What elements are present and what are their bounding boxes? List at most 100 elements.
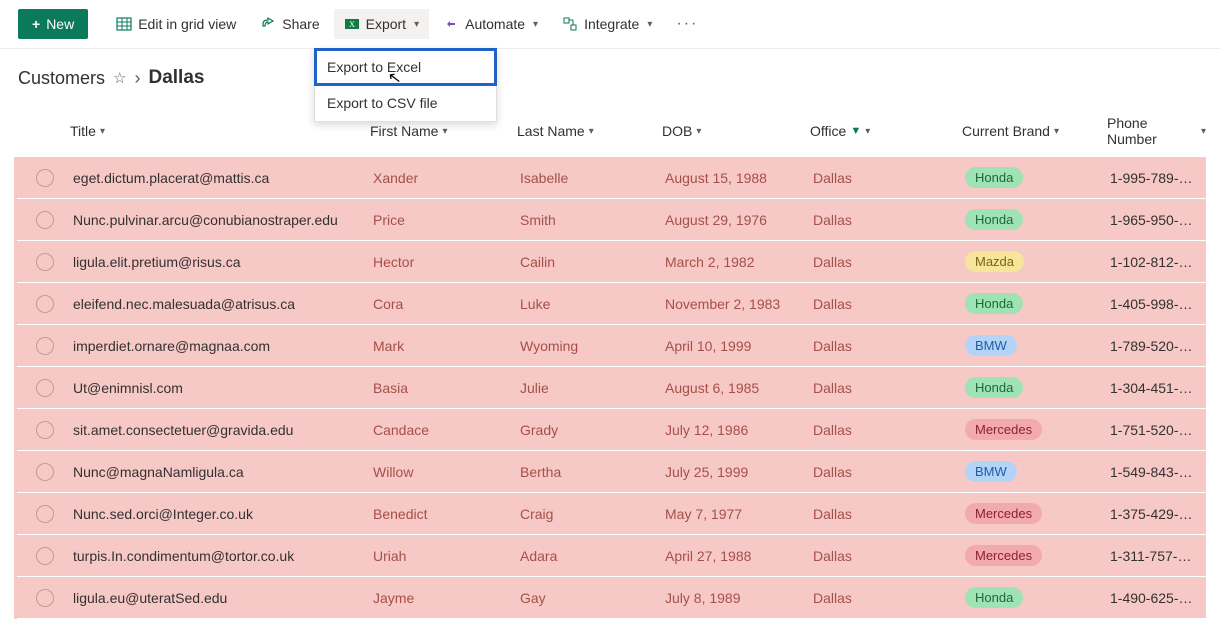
row-select-circle[interactable]	[36, 505, 54, 523]
cell-title[interactable]: Nunc@magnaNamligula.ca	[73, 464, 373, 480]
row-select-circle[interactable]	[36, 379, 54, 397]
cell-office: Dallas	[813, 464, 965, 480]
cell-title[interactable]: eleifend.nec.malesuada@atrisus.ca	[73, 296, 373, 312]
cell-brand: Honda	[965, 167, 1110, 188]
column-current-brand[interactable]: Current Brand▾	[962, 123, 1059, 139]
export-to-csv-item[interactable]: Export to CSV file	[315, 85, 496, 121]
cell-office: Dallas	[813, 590, 965, 606]
cell-office: Dallas	[813, 422, 965, 438]
table-row[interactable]: sit.amet.consectetuer@gravida.eduCandace…	[17, 409, 1206, 451]
chevron-down-icon: ▾	[100, 126, 105, 137]
edit-grid-label: Edit in grid view	[138, 16, 236, 32]
table-row[interactable]: ligula.eu@uteratSed.eduJaymeGayJuly 8, 1…	[17, 577, 1206, 619]
edit-grid-button[interactable]: Edit in grid view	[106, 9, 246, 39]
table-row[interactable]: turpis.In.condimentum@tortor.co.ukUriahA…	[17, 535, 1206, 577]
column-office[interactable]: Office▼▾	[810, 123, 870, 139]
breadcrumb: Customers ☆ › Dallas	[0, 49, 1220, 101]
brand-badge: BMW	[965, 461, 1017, 482]
row-select-circle[interactable]	[36, 463, 54, 481]
integrate-icon	[562, 16, 578, 32]
cell-title[interactable]: ligula.eu@uteratSed.edu	[73, 590, 373, 606]
automate-button[interactable]: Automate ▾	[433, 9, 548, 39]
cell-dob: August 29, 1976	[665, 212, 813, 228]
cell-phone: 1-311-757-1503	[1110, 548, 1206, 564]
row-select-circle[interactable]	[36, 337, 54, 355]
column-last-name[interactable]: Last Name▾	[517, 123, 594, 139]
cell-phone: 1-375-429-8712	[1110, 506, 1206, 522]
brand-badge: Honda	[965, 587, 1023, 608]
table-row[interactable]: ligula.elit.pretium@risus.caHectorCailin…	[17, 241, 1206, 283]
row-select-circle[interactable]	[36, 211, 54, 229]
row-select-circle[interactable]	[36, 169, 54, 187]
export-to-excel-item[interactable]: Export to Excel	[315, 49, 496, 85]
table-row[interactable]: Nunc@magnaNamligula.caWillowBerthaJuly 2…	[17, 451, 1206, 493]
chevron-down-icon: ▾	[589, 126, 594, 137]
cell-last-name: Grady	[520, 422, 665, 438]
cell-first-name: Price	[373, 212, 520, 228]
cell-first-name: Xander	[373, 170, 520, 186]
new-button[interactable]: + New	[18, 9, 88, 39]
brand-badge: Mercedes	[965, 419, 1042, 440]
svg-text:X: X	[349, 20, 355, 29]
cell-phone: 1-405-998-9987	[1110, 296, 1206, 312]
row-select-circle[interactable]	[36, 253, 54, 271]
cell-office: Dallas	[813, 212, 965, 228]
chevron-down-icon: ▾	[865, 126, 870, 137]
cell-last-name: Gay	[520, 590, 665, 606]
cell-title[interactable]: imperdiet.ornare@magnaa.com	[73, 338, 373, 354]
cell-first-name: Jayme	[373, 590, 520, 606]
column-first-name[interactable]: First Name▾	[370, 123, 447, 139]
cell-title[interactable]: Nunc.pulvinar.arcu@conubianostraper.edu	[73, 212, 373, 228]
table-row[interactable]: imperdiet.ornare@magnaa.comMarkWyomingAp…	[17, 325, 1206, 367]
brand-badge: BMW	[965, 335, 1017, 356]
star-icon[interactable]: ☆	[113, 69, 126, 87]
row-select-circle[interactable]	[36, 295, 54, 313]
breadcrumb-root[interactable]: Customers	[18, 68, 105, 89]
list-view: Title▾ First Name▾ Last Name▾ DOB▾ Offic…	[0, 101, 1220, 619]
cell-first-name: Basia	[373, 380, 520, 396]
cell-dob: July 12, 1986	[665, 422, 813, 438]
automate-label: Automate	[465, 16, 525, 32]
column-phone[interactable]: Phone Number▾	[1107, 115, 1206, 147]
share-label: Share	[282, 16, 319, 32]
cell-title[interactable]: Ut@enimnisl.com	[73, 380, 373, 396]
table-row[interactable]: eget.dictum.placerat@mattis.caXanderIsab…	[17, 157, 1206, 199]
table-row[interactable]: Nunc.pulvinar.arcu@conubianostraper.eduP…	[17, 199, 1206, 241]
cell-brand: Honda	[965, 209, 1110, 230]
cell-title[interactable]: turpis.In.condimentum@tortor.co.uk	[73, 548, 373, 564]
row-select-circle[interactable]	[36, 589, 54, 607]
cell-first-name: Mark	[373, 338, 520, 354]
row-select-circle[interactable]	[36, 547, 54, 565]
cell-office: Dallas	[813, 254, 965, 270]
brand-badge: Honda	[965, 209, 1023, 230]
cell-dob: November 2, 1983	[665, 296, 813, 312]
table-row[interactable]: Nunc.sed.orci@Integer.co.ukBenedictCraig…	[17, 493, 1206, 535]
row-select-circle[interactable]	[36, 421, 54, 439]
cell-title[interactable]: Nunc.sed.orci@Integer.co.uk	[73, 506, 373, 522]
cell-dob: July 8, 1989	[665, 590, 813, 606]
export-button[interactable]: X Export ▾	[334, 9, 430, 39]
chevron-down-icon: ▾	[1201, 126, 1206, 137]
cell-title[interactable]: ligula.elit.pretium@risus.ca	[73, 254, 373, 270]
column-dob[interactable]: DOB▾	[662, 123, 701, 139]
excel-icon: X	[344, 16, 360, 32]
cell-dob: August 6, 1985	[665, 380, 813, 396]
more-actions-button[interactable]: ···	[666, 8, 708, 40]
brand-badge: Honda	[965, 167, 1023, 188]
table-row[interactable]: eleifend.nec.malesuada@atrisus.caCoraLuk…	[17, 283, 1206, 325]
integrate-label: Integrate	[584, 16, 639, 32]
cell-brand: Honda	[965, 377, 1110, 398]
cell-dob: August 15, 1988	[665, 170, 813, 186]
grid-icon	[116, 16, 132, 32]
filter-icon: ▼	[850, 125, 861, 137]
cell-brand: BMW	[965, 461, 1110, 482]
cell-title[interactable]: eget.dictum.placerat@mattis.ca	[73, 170, 373, 186]
column-title[interactable]: Title▾	[70, 123, 105, 139]
share-button[interactable]: Share	[250, 9, 329, 39]
integrate-button[interactable]: Integrate ▾	[552, 9, 662, 39]
table-row[interactable]: Ut@enimnisl.comBasiaJulieAugust 6, 1985D…	[17, 367, 1206, 409]
cell-phone: 1-751-520-9118	[1110, 422, 1206, 438]
cell-last-name: Wyoming	[520, 338, 665, 354]
cell-title[interactable]: sit.amet.consectetuer@gravida.edu	[73, 422, 373, 438]
cell-first-name: Cora	[373, 296, 520, 312]
